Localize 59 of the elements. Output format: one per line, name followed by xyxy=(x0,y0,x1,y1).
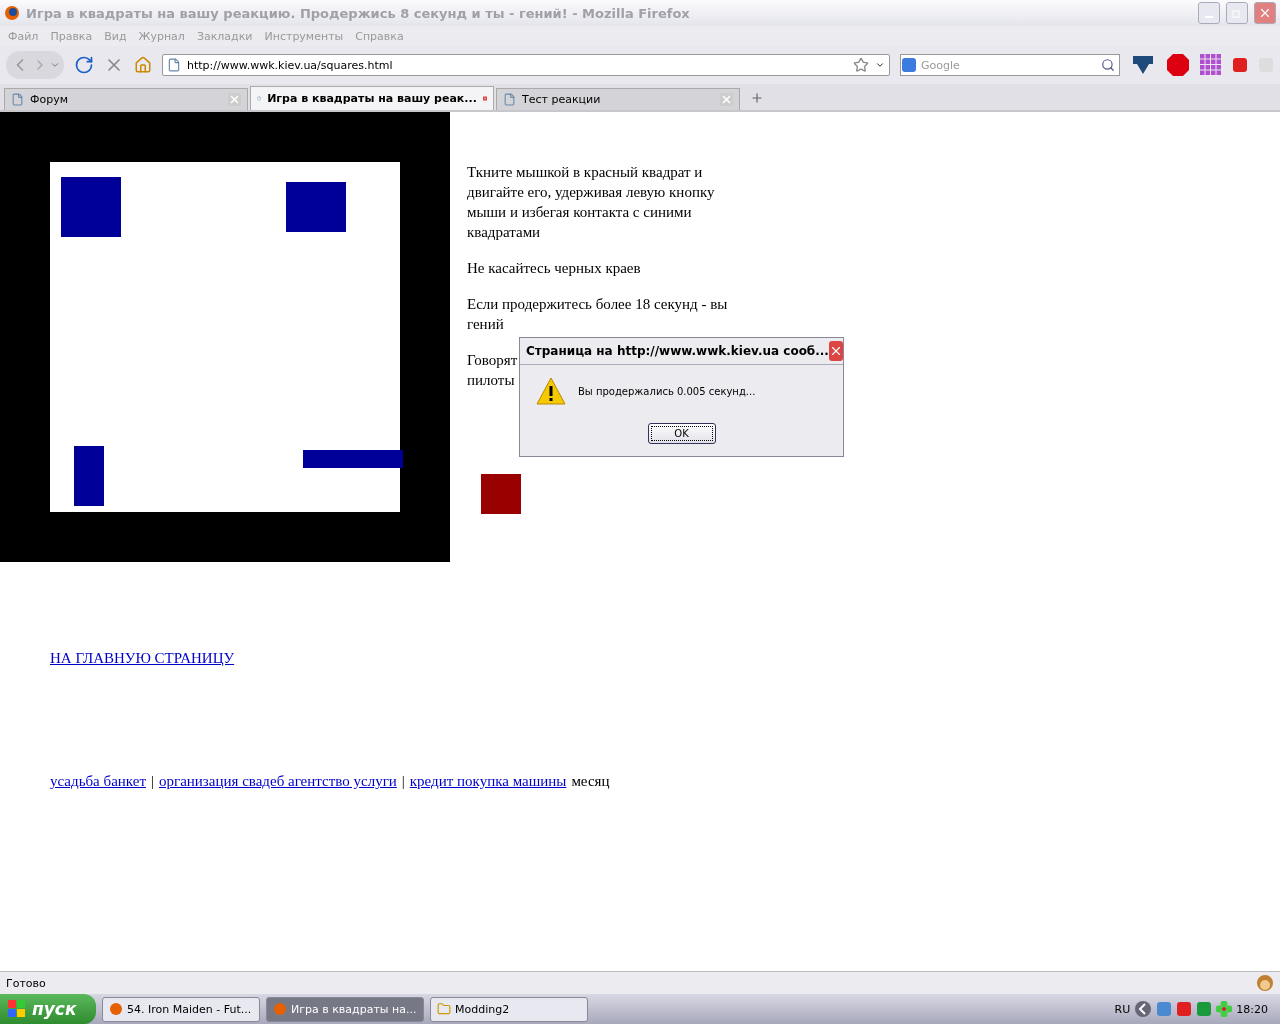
instruction-text: Не касайтесь черных краев xyxy=(467,259,642,278)
window-title: Игра в квадраты на вашу реакцию. Продержись 8 секунд и ты - гений! - Mozilla Firefox xyxy=(26,5,691,21)
close-icon xyxy=(1258,6,1272,20)
chevron-left-icon[interactable] xyxy=(1134,1000,1153,1018)
obstacle-square xyxy=(74,446,104,506)
page-icon xyxy=(503,93,516,106)
separator: | xyxy=(401,773,405,790)
footer-link[interactable]: организация свадеб агентство услуги xyxy=(159,773,397,790)
tab[interactable]: Тест реакции xyxy=(496,88,740,110)
dialog-title: Страница на http://www.wwk.kiev.ua сооб... xyxy=(526,344,829,358)
tab[interactable]: Форум xyxy=(4,88,248,110)
new-tab-icon[interactable] xyxy=(750,91,764,105)
grid-icon[interactable] xyxy=(1200,54,1222,76)
obstacle-square xyxy=(286,182,346,232)
flower-icon[interactable] xyxy=(1216,1001,1233,1017)
status-text: Готово xyxy=(6,976,47,990)
reload-icon[interactable] xyxy=(74,55,94,75)
app-icon xyxy=(109,1002,123,1016)
paragraph-text: Говорят xyxy=(467,351,518,370)
taskbar-item[interactable]: 54. Iron Maiden - Fut... xyxy=(102,996,260,1022)
back-forward-button[interactable] xyxy=(6,51,64,79)
folder-icon xyxy=(437,1002,451,1016)
home-icon[interactable] xyxy=(134,56,152,74)
obstacle-square xyxy=(61,177,121,237)
home-link[interactable]: НА ГЛАВНУЮ СТРАНИЦУ xyxy=(50,650,235,666)
page-icon xyxy=(11,93,24,106)
tab[interactable]: Игра в квадраты на вашу реак... xyxy=(250,86,494,110)
taskbar-item[interactable]: Modding2 xyxy=(430,996,588,1022)
separator: | xyxy=(150,773,154,790)
taskbar-item[interactable]: Игра в квадраты на... xyxy=(266,996,424,1022)
footer-link[interactable]: усадьба банкет xyxy=(50,773,146,790)
footer-text: месяц xyxy=(571,773,610,790)
windows-logo xyxy=(8,1000,26,1018)
clock: 18:20 xyxy=(1236,1002,1268,1016)
page-icon xyxy=(167,58,181,72)
dialog-message: Вы продержались 0.005 секунд... xyxy=(578,385,756,397)
minimize-button[interactable] xyxy=(1198,2,1220,24)
warning-icon xyxy=(536,377,566,405)
footer-link[interactable]: кредит покупка машины xyxy=(409,773,567,790)
stop-sign-icon[interactable] xyxy=(1166,53,1190,77)
star-icon[interactable] xyxy=(853,57,869,73)
close-button[interactable] xyxy=(1254,2,1276,24)
restore-button[interactable] xyxy=(1226,2,1248,24)
ok-button[interactable]: OK xyxy=(647,423,716,444)
firefox-icon xyxy=(4,5,20,21)
arrow-down-icon[interactable] xyxy=(1130,54,1156,76)
address-text: http://www.wwk.kiev.ua/squares.html xyxy=(187,58,394,72)
paragraph-text: пилоты xyxy=(467,371,515,390)
instruction-text: Если продержитесь более 18 секунд - вы гений xyxy=(467,295,729,334)
monkey-icon xyxy=(1256,974,1274,992)
search-icon[interactable] xyxy=(1101,58,1115,72)
address-field[interactable]: http://www.wwk.kiev.ua/squares.html xyxy=(162,54,890,76)
instruction-text: Ткните мышкой в красный квадрат и двигайте его, удерживая левую кнопку мыши и избегая контакта с синими квадратами xyxy=(467,163,716,242)
caret-icon xyxy=(50,60,60,70)
app-icon xyxy=(273,1002,287,1016)
search-placeholder: Google xyxy=(921,58,961,72)
close-button[interactable] xyxy=(828,341,843,361)
dropdown-icon[interactable] xyxy=(875,60,885,70)
language-indicator[interactable]: RU xyxy=(1114,1002,1131,1016)
